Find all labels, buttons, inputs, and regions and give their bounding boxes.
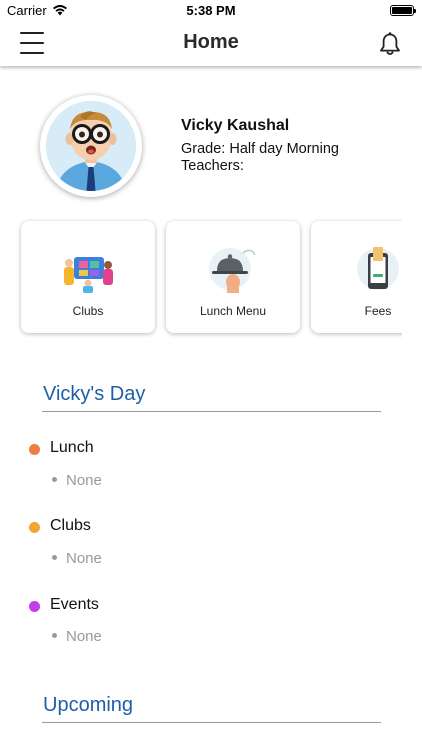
clubs-icon (21, 245, 155, 293)
day-section-divider (42, 411, 381, 412)
bell-icon[interactable] (378, 31, 402, 57)
lunch-detail: None (52, 472, 102, 489)
lunch-menu-icon (166, 245, 300, 293)
upcoming-section-title: Upcoming (43, 694, 134, 716)
clubs-dot-icon (29, 522, 40, 533)
clubs-card-label: Clubs (72, 304, 104, 318)
lunch-dot-icon (29, 444, 40, 455)
day-section-title: Vicky's Day (43, 383, 146, 405)
battery-icon (390, 5, 416, 16)
clock-time: 5:38 PM (186, 3, 236, 18)
status-bar: Carrier 5:38 PM (0, 0, 422, 22)
student-photo (46, 101, 136, 191)
avatar[interactable] (40, 95, 142, 197)
lunch-menu-card-label: Lunch Menu (199, 304, 267, 318)
day-item-label: Clubs (50, 517, 91, 534)
events-dot-icon (29, 601, 40, 612)
feature-cards-carousel[interactable]: Clubs Lunch Menu Fees (0, 215, 402, 345)
menu-button[interactable] (20, 32, 44, 54)
bullet-icon (52, 554, 57, 560)
lunch-menu-card[interactable]: Lunch Menu (166, 221, 300, 333)
day-item-label: Events (50, 596, 99, 613)
day-item-label: Lunch (50, 439, 94, 456)
bullet-icon (52, 476, 57, 482)
page-title: Home (183, 31, 239, 53)
clubs-card[interactable]: Clubs (21, 221, 155, 333)
fees-card-label: Fees (364, 304, 392, 318)
clubs-detail: None (52, 550, 102, 567)
events-detail: None (52, 628, 102, 645)
fees-card[interactable]: Fees (311, 221, 402, 333)
upcoming-section-divider (42, 722, 381, 723)
student-teachers: Teachers: (181, 158, 244, 174)
student-grade: Grade: Half day Morning (181, 141, 339, 157)
navigation-bar: Home (0, 22, 422, 66)
fees-icon (311, 245, 402, 293)
student-name: Vicky Kaushal (181, 117, 290, 134)
hamburger-menu-icon (20, 32, 44, 34)
bullet-icon (52, 632, 57, 638)
